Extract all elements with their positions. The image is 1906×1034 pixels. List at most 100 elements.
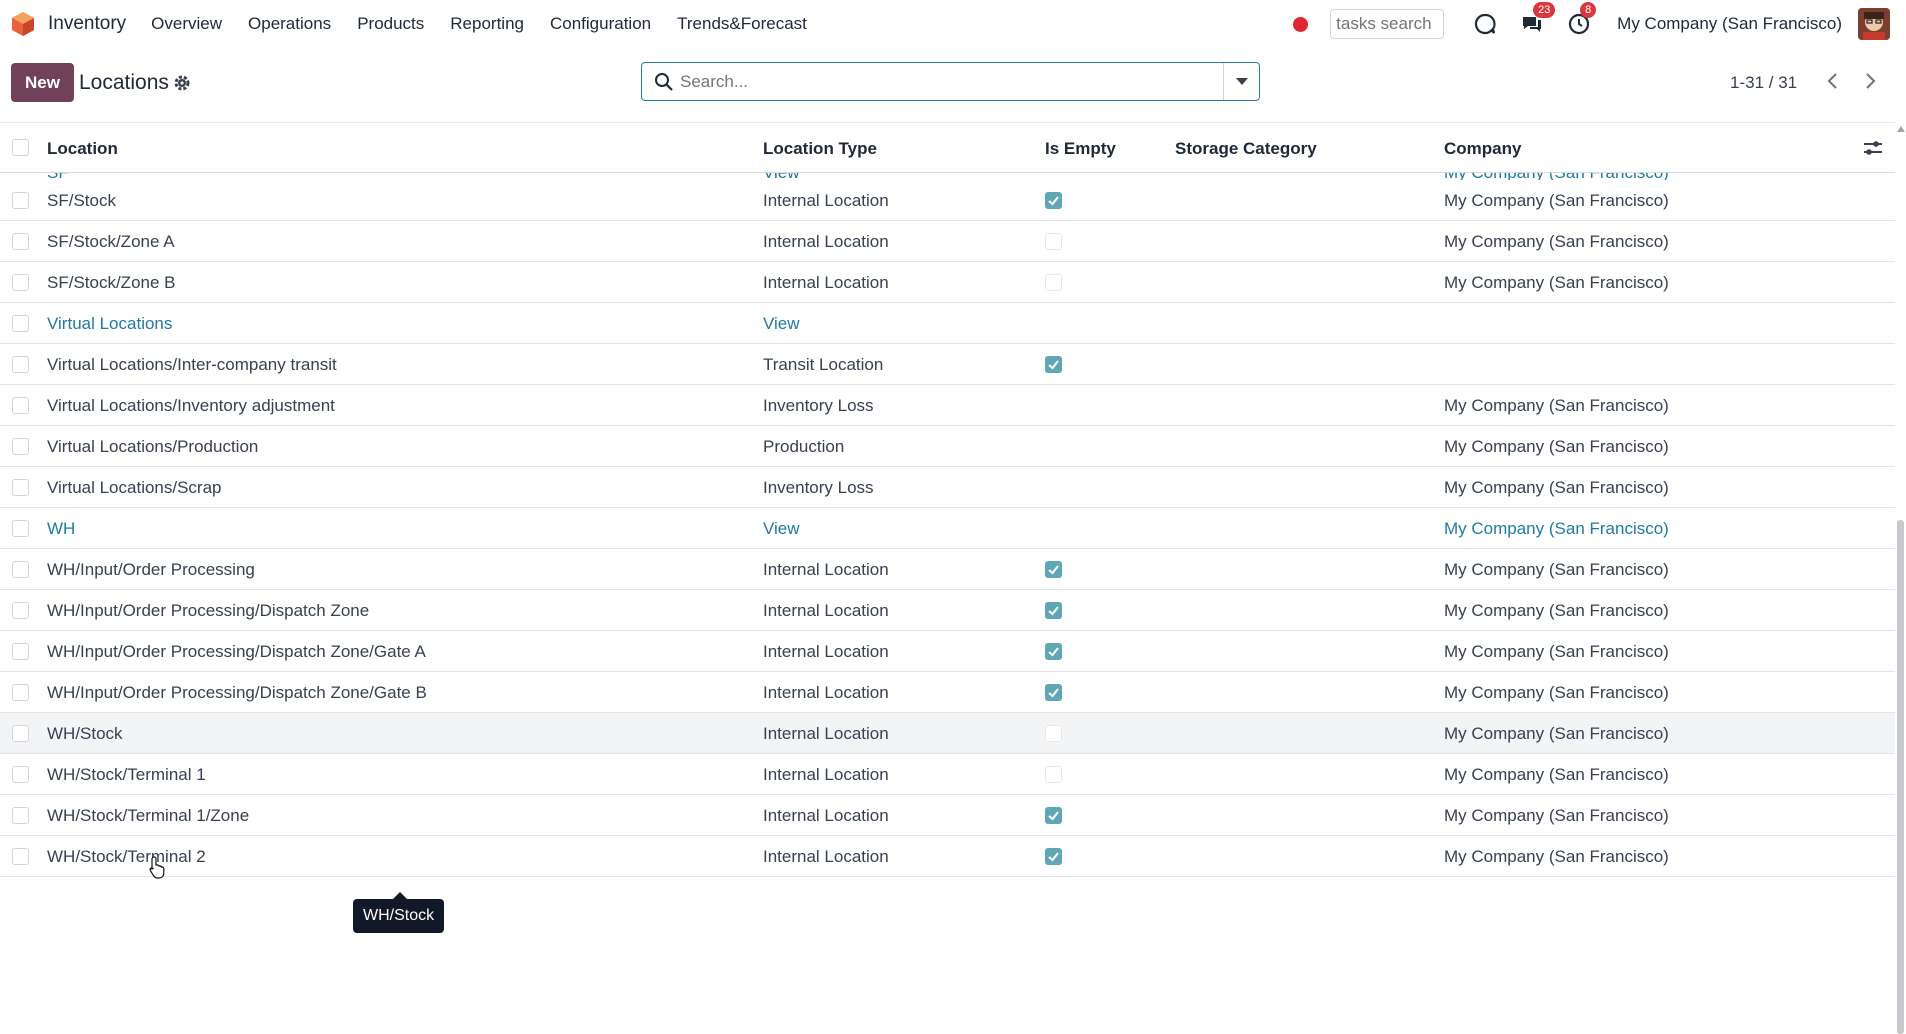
search-input[interactable]: [674, 63, 1223, 100]
voip-phone-button[interactable]: [1472, 11, 1498, 37]
column-header-location[interactable]: Location: [47, 139, 118, 159]
row-company[interactable]: My Company (San Francisco): [1444, 191, 1669, 211]
table-row[interactable]: SF/Stock Internal Location My Company (San…: [0, 180, 1895, 221]
row-company[interactable]: My Company (San Francisco): [1444, 601, 1669, 621]
table-row[interactable]: WH/Stock/Terminal 1/Zone Internal Locatio…: [0, 795, 1895, 836]
pager-value[interactable]: 1-31 / 31: [1730, 73, 1797, 93]
table-row[interactable]: WH/Input/Order Processing/Dispatch Zone/…: [0, 631, 1895, 672]
table-row[interactable]: WH/Stock/Terminal 1 Internal Location My C…: [0, 754, 1895, 795]
row-select-checkbox[interactable]: [12, 356, 29, 373]
column-header-location-type[interactable]: Location Type: [763, 139, 877, 159]
user-avatar[interactable]: [1858, 8, 1890, 40]
row-company[interactable]: My Company (San Francisco): [1444, 765, 1669, 785]
row-company[interactable]: My Company (San Francisco): [1444, 683, 1669, 703]
row-location-type[interactable]: Internal Location: [763, 232, 889, 252]
row-location[interactable]: WH/Input/Order Processing/Dispatch Zone: [47, 601, 369, 621]
list-scrollbar[interactable]: [1895, 122, 1906, 1034]
row-location-type[interactable]: Internal Location: [763, 765, 889, 785]
row-company[interactable]: My Company (San Francisco): [1444, 232, 1669, 252]
menu-configuration[interactable]: Configuration: [550, 14, 651, 34]
row-select-checkbox[interactable]: [12, 766, 29, 783]
row-company[interactable]: My Company (San Francisco): [1444, 273, 1669, 293]
row-company[interactable]: My Company (San Francisco): [1444, 396, 1669, 416]
row-select-checkbox[interactable]: [12, 602, 29, 619]
row-location[interactable]: WH/Input/Order Processing/Dispatch Zone/…: [47, 642, 426, 662]
table-row[interactable]: WH/Input/Order Processing Internal Locati…: [0, 549, 1895, 590]
tasks-search-input[interactable]: [1330, 9, 1445, 39]
row-select-checkbox[interactable]: [12, 233, 29, 250]
row-select-checkbox[interactable]: [12, 397, 29, 414]
messages-button[interactable]: 23: [1519, 2, 1556, 37]
row-location-type[interactable]: Internal Location: [763, 847, 889, 867]
row-company[interactable]: My Company (San Francisco): [1444, 560, 1669, 580]
row-select-checkbox[interactable]: [12, 479, 29, 496]
row-location[interactable]: WH/Input/Order Processing: [47, 560, 255, 580]
row-select-checkbox[interactable]: [12, 848, 29, 865]
table-row[interactable]: SF/Stock/Zone B Internal Location My Compa…: [0, 262, 1895, 303]
row-select-checkbox[interactable]: [12, 643, 29, 660]
menu-reporting[interactable]: Reporting: [450, 14, 524, 34]
gear-icon[interactable]: [173, 74, 191, 92]
menu-trends-forecast[interactable]: Trends&Forecast: [677, 14, 807, 34]
row-select-checkbox[interactable]: [12, 725, 29, 742]
column-header-storage-category[interactable]: Storage Category: [1175, 139, 1317, 159]
row-select-checkbox[interactable]: [12, 438, 29, 455]
row-location[interactable]: SF/Stock: [47, 191, 116, 211]
row-location-type[interactable]: Internal Location: [763, 642, 889, 662]
table-row[interactable]: WH/Input/Order Processing/Dispatch Zone/…: [0, 672, 1895, 713]
activities-button[interactable]: 8: [1566, 2, 1597, 37]
row-company[interactable]: My Company (San Francisco): [1444, 519, 1669, 539]
row-location-type[interactable]: Internal Location: [763, 560, 889, 580]
table-row[interactable]: Virtual Locations/Production Production My…: [0, 426, 1895, 467]
row-company[interactable]: My Company (San Francisco): [1444, 437, 1669, 457]
row-location-type[interactable]: Internal Location: [763, 601, 889, 621]
table-row[interactable]: Virtual Locations/Inventory adjustment In…: [0, 385, 1895, 426]
menu-products[interactable]: Products: [357, 14, 424, 34]
row-select-checkbox[interactable]: [12, 684, 29, 701]
table-row[interactable]: WH View My Company (San Francisco): [0, 508, 1895, 549]
row-company[interactable]: My Company (San Francisco): [1444, 478, 1669, 498]
table-row[interactable]: WH/Input/Order Processing/Dispatch Zone I…: [0, 590, 1895, 631]
row-location-type[interactable]: Transit Location: [763, 355, 883, 375]
row-location[interactable]: WH/Stock/Terminal 1/Zone: [47, 806, 249, 826]
row-location[interactable]: WH/Stock: [47, 724, 123, 744]
table-row[interactable]: Virtual Locations View: [0, 303, 1895, 344]
row-select-checkbox[interactable]: [12, 274, 29, 291]
table-row[interactable]: Virtual Locations/Scrap Inventory Loss My …: [0, 467, 1895, 508]
row-select-checkbox[interactable]: [12, 315, 29, 332]
menu-overview[interactable]: Overview: [151, 14, 222, 34]
scroll-up-arrow-icon[interactable]: [1897, 126, 1905, 132]
pager-next-button[interactable]: [1856, 65, 1886, 97]
column-header-company[interactable]: Company: [1444, 139, 1521, 159]
optional-columns-icon[interactable]: [1862, 139, 1884, 157]
row-company[interactable]: My Company (San Francisco): [1444, 806, 1669, 826]
row-location[interactable]: Virtual Locations/Scrap: [47, 478, 222, 498]
select-all-checkbox[interactable]: [12, 139, 29, 156]
table-row[interactable]: SF/Stock/Zone A Internal Location My Compa…: [0, 221, 1895, 262]
row-location[interactable]: Virtual Locations/Production: [47, 437, 258, 457]
scrollbar-thumb[interactable]: [1897, 520, 1904, 1034]
row-location-type[interactable]: Internal Location: [763, 806, 889, 826]
table-row[interactable]: WH/Stock/Terminal 2 Internal Location My C…: [0, 836, 1895, 877]
row-location[interactable]: WH/Stock/Terminal 2: [47, 847, 206, 867]
table-row[interactable]: WH/Stock Internal Location My Company (San…: [0, 713, 1895, 754]
row-location-type[interactable]: View: [763, 519, 800, 539]
row-location[interactable]: SF/Stock/Zone B: [47, 273, 176, 293]
new-button[interactable]: New: [11, 63, 74, 102]
row-location-type[interactable]: Inventory Loss: [763, 478, 874, 498]
row-location[interactable]: WH/Input/Order Processing/Dispatch Zone/…: [47, 683, 427, 703]
inventory-app-logo-icon[interactable]: [10, 11, 36, 37]
row-company[interactable]: My Company (San Francisco): [1444, 847, 1669, 867]
row-location-type[interactable]: Production: [763, 437, 844, 457]
row-location-type[interactable]: Inventory Loss: [763, 396, 874, 416]
row-company[interactable]: My Company (San Francisco): [1444, 724, 1669, 744]
row-select-checkbox[interactable]: [12, 561, 29, 578]
row-location-type[interactable]: View: [763, 314, 800, 334]
search-options-toggle[interactable]: [1223, 63, 1259, 100]
table-row[interactable]: Virtual Locations/Inter-company transit T…: [0, 344, 1895, 385]
pager-previous-button[interactable]: [1817, 65, 1847, 97]
company-switcher[interactable]: My Company (San Francisco): [1617, 14, 1842, 34]
row-select-checkbox[interactable]: [12, 520, 29, 537]
row-location[interactable]: WH/Stock/Terminal 1: [47, 765, 206, 785]
row-location[interactable]: SF/Stock/Zone A: [47, 232, 175, 252]
